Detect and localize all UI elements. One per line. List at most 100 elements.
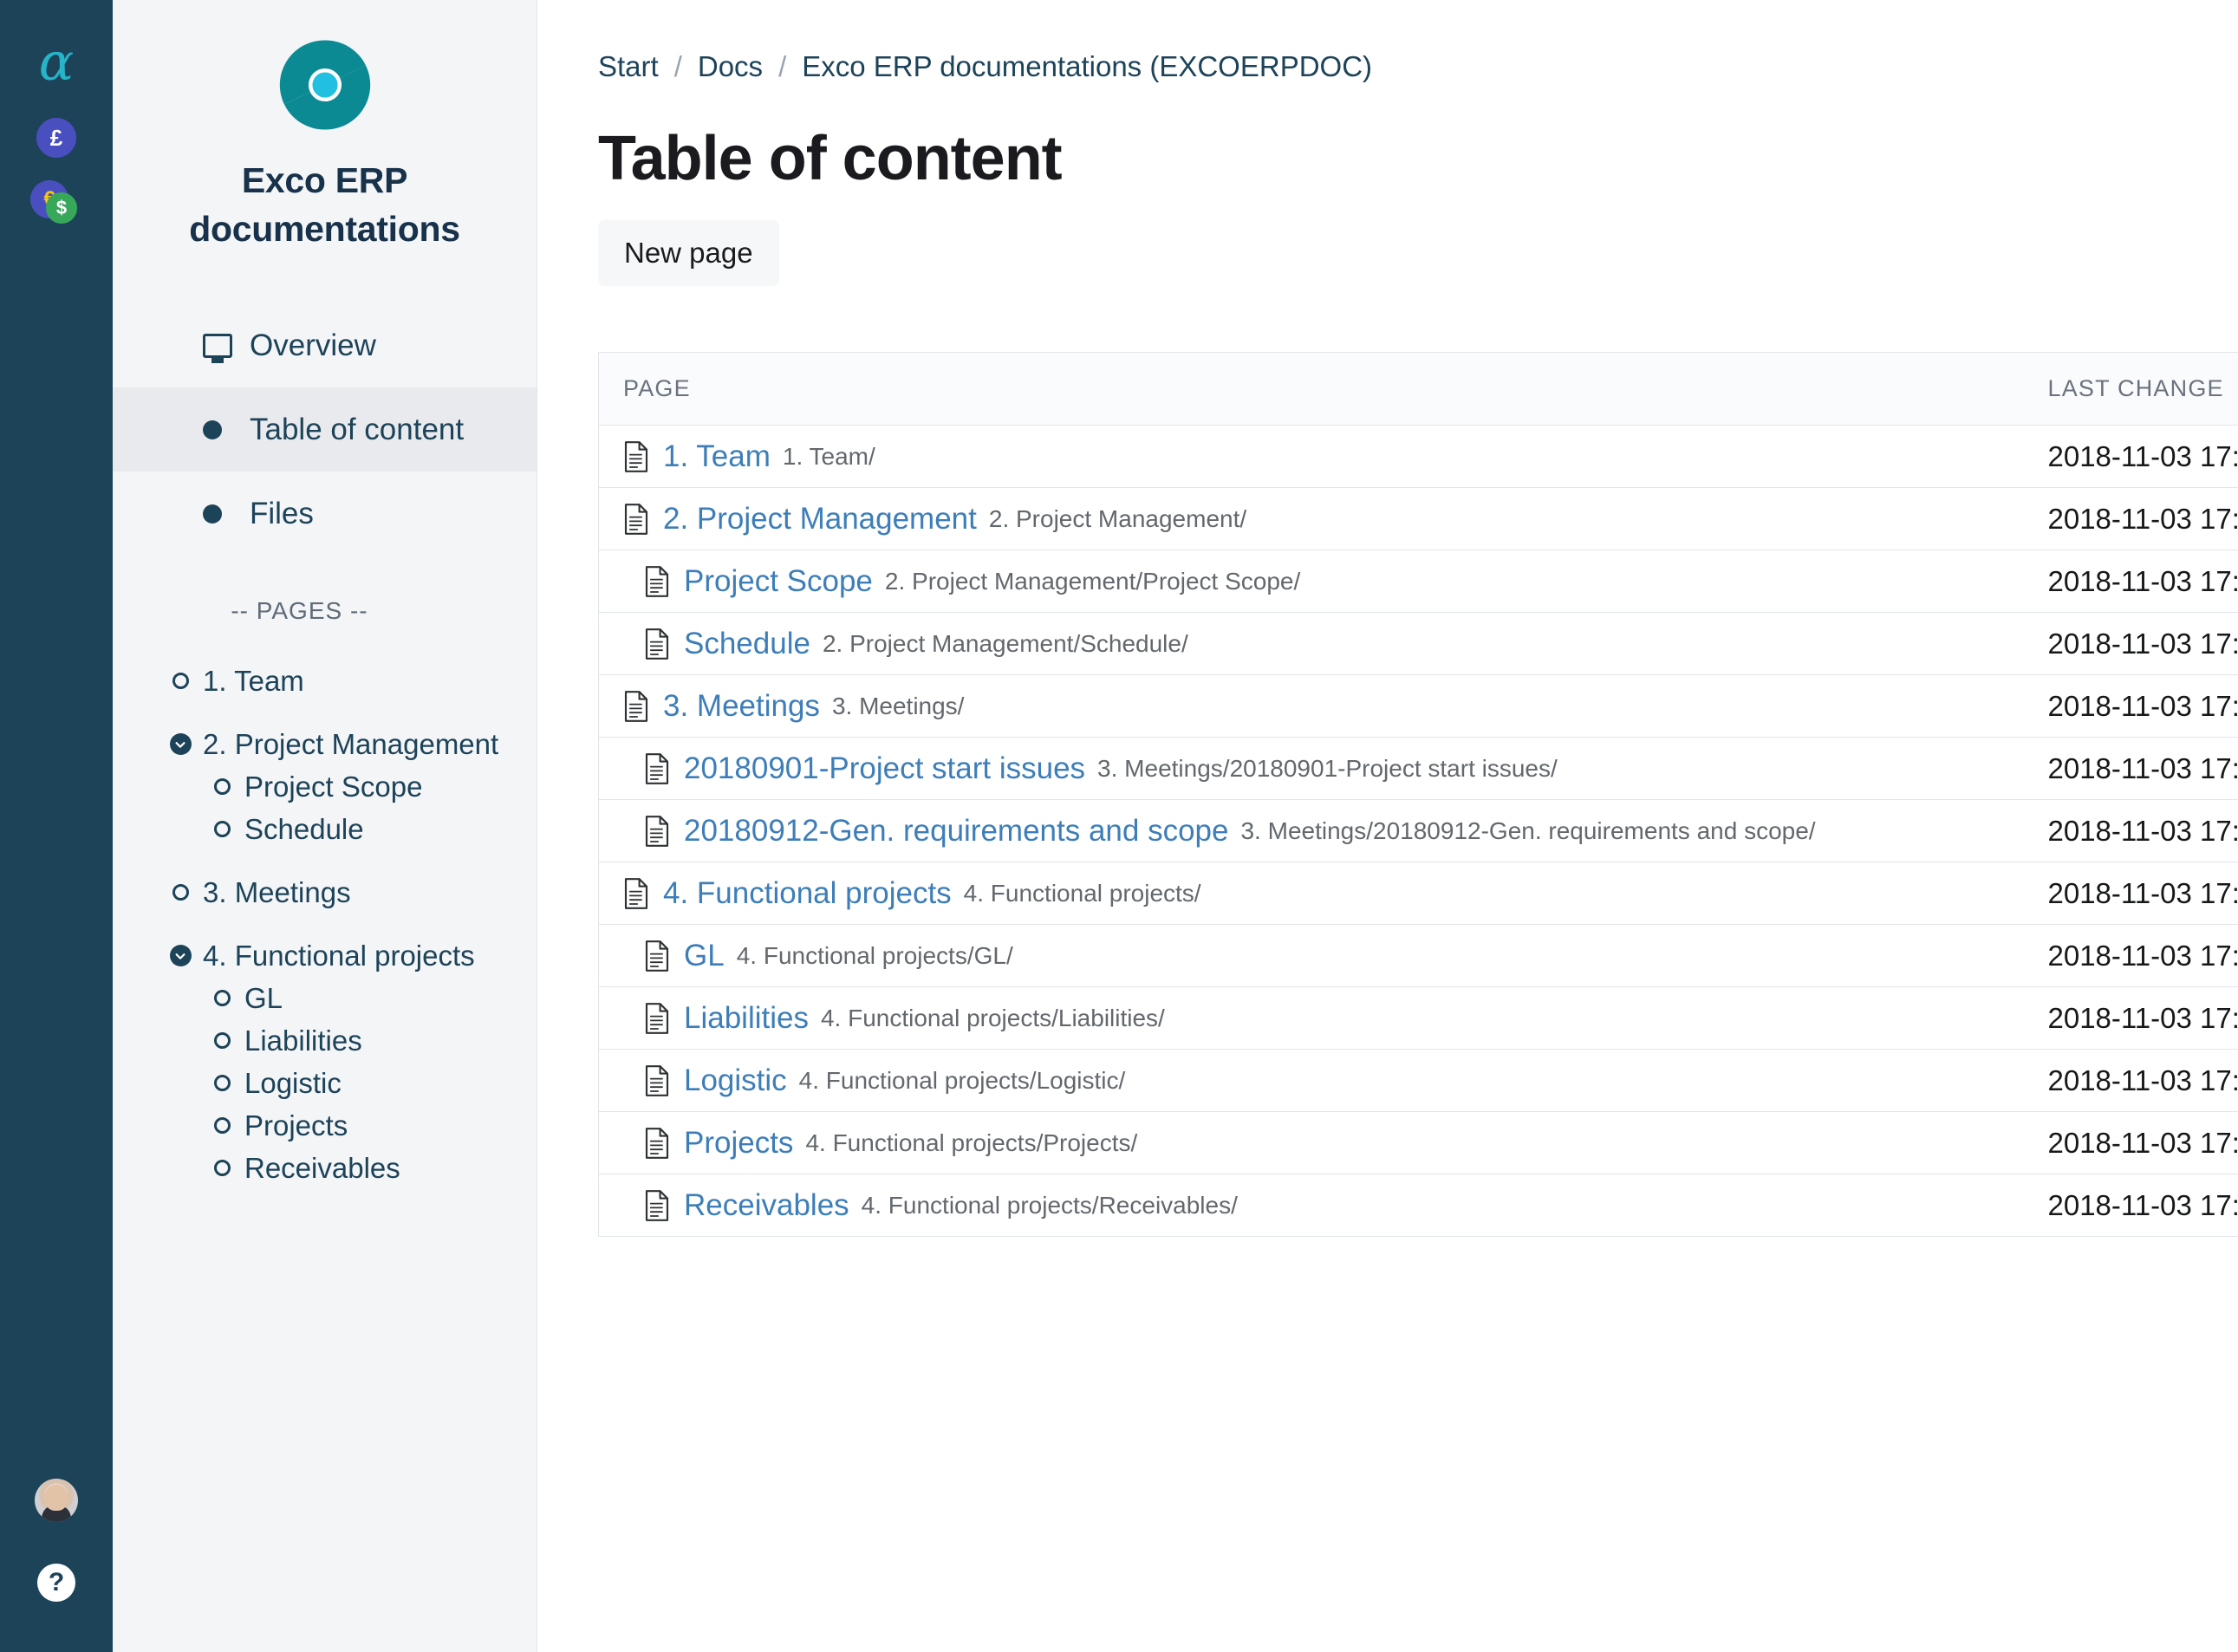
project-logo-icon xyxy=(279,40,370,130)
breadcrumb-item-project[interactable]: Exco ERP documentations (EXCOERPDOC) xyxy=(802,50,1372,83)
cell-page: 20180912-Gen. requirements and scope 3. M… xyxy=(598,799,2024,862)
tree-item-label: 1. Team xyxy=(203,664,304,697)
tree-item-gl[interactable]: GL xyxy=(113,977,537,1019)
tree-item-1-team[interactable]: 1. Team xyxy=(113,660,537,702)
page-link[interactable]: Liabilities xyxy=(684,1001,809,1036)
table-row: GL 4. Functional projects/GL/2018-11-03 1… xyxy=(598,924,2238,987)
page-cell-content: Project Scope 2. Project Management/Proje… xyxy=(623,564,2000,599)
circle-outline-icon xyxy=(158,884,203,901)
page-cell-content: Projects 4. Functional projects/Projects/ xyxy=(623,1126,2000,1161)
page-path: 4. Functional projects/GL/ xyxy=(736,941,1013,969)
sidebar-item-files[interactable]: Files xyxy=(113,472,537,556)
cell-page: 2. Project Management 2. Project Manageme… xyxy=(598,487,2024,550)
document-icon xyxy=(624,440,648,472)
circle-outline-icon xyxy=(199,1160,244,1176)
cell-page: Schedule 2. Project Management/Schedule/ xyxy=(598,612,2024,675)
usd-badge-icon[interactable]: $ xyxy=(46,192,77,224)
document-icon xyxy=(645,1127,669,1159)
page-path: 3. Meetings/ xyxy=(831,692,965,719)
tree-item-projects[interactable]: Projects xyxy=(113,1104,537,1147)
cell-page: Receivables 4. Functional projects/Receiv… xyxy=(599,1174,2024,1237)
page-cell-content: 20180901-Project start issues 3. Meetings… xyxy=(623,751,2000,786)
page-link[interactable]: Project Scope xyxy=(684,564,873,599)
table-of-content-table: PAGE LAST CHANGE 1. Team 1. Team/2018-11-… xyxy=(598,352,2238,1237)
sidebar-item-table-of-content[interactable]: Table of content xyxy=(113,387,537,472)
column-header-page: PAGE xyxy=(598,352,2024,426)
document-icon xyxy=(624,690,648,722)
breadcrumb-item-docs[interactable]: Docs xyxy=(698,50,763,83)
page-path: 2. Project Management/ xyxy=(988,504,1247,532)
dot-icon xyxy=(203,504,250,524)
table-row: Schedule 2. Project Management/Schedule/2… xyxy=(598,612,2238,675)
document-icon xyxy=(645,940,669,972)
page-link[interactable]: 2. Project Management xyxy=(663,502,977,537)
table-row: 2. Project Management 2. Project Manageme… xyxy=(598,487,2238,550)
project-sidebar: Exco ERP documentations Overview Table o… xyxy=(113,0,537,1652)
page-link[interactable]: Projects xyxy=(684,1126,793,1161)
tree-item-receivables[interactable]: Receivables xyxy=(113,1147,537,1189)
sidebar-item-overview[interactable]: Overview xyxy=(113,303,537,387)
new-page-button[interactable]: New page xyxy=(598,220,779,286)
page-link[interactable]: Logistic xyxy=(684,1063,787,1098)
help-icon[interactable]: ? xyxy=(37,1564,75,1602)
table-row: Project Scope 2. Project Management/Proje… xyxy=(598,550,2238,613)
user-avatar[interactable] xyxy=(35,1479,78,1522)
gbp-badge-icon[interactable]: £ xyxy=(36,118,76,158)
cell-last-change: 2018-11-03 17:19 xyxy=(2023,674,2238,738)
sidebar-item-label: Files xyxy=(250,496,314,530)
page-path: 4. Functional projects/ xyxy=(963,879,1201,907)
tree-item-logistic[interactable]: Logistic xyxy=(113,1062,537,1104)
page-path: 2. Project Management/Project Scope/ xyxy=(884,567,1301,595)
tree-item-label: Liabilities xyxy=(244,1024,362,1057)
page-link[interactable]: 20180912-Gen. requirements and scope xyxy=(684,814,1228,849)
page-link[interactable]: GL xyxy=(684,939,725,973)
tree-item-label: Logistic xyxy=(244,1066,342,1099)
document-icon xyxy=(645,1064,669,1096)
cell-page: 3. Meetings 3. Meetings/ xyxy=(598,674,2024,738)
page-path: 4. Functional projects/Projects/ xyxy=(805,1128,1138,1156)
page-link[interactable]: 20180901-Project start issues xyxy=(684,751,1085,786)
page-path: 3. Meetings/20180901-Project start issue… xyxy=(1097,754,1558,782)
circle-outline-icon xyxy=(199,1075,244,1091)
page-cell-content: 2. Project Management 2. Project Manageme… xyxy=(623,502,2000,537)
cell-last-change: 2018-11-03 17:38 xyxy=(2023,737,2238,800)
page-link[interactable]: Receivables xyxy=(684,1188,849,1223)
cell-page: GL 4. Functional projects/GL/ xyxy=(598,924,2024,987)
breadcrumb-item-start[interactable]: Start xyxy=(598,50,659,83)
circle-outline-icon xyxy=(199,1117,244,1134)
document-icon xyxy=(645,628,669,660)
tree-item-2-project-management[interactable]: 2. Project Management xyxy=(113,723,537,765)
tree-item-schedule[interactable]: Schedule xyxy=(113,808,537,850)
document-icon xyxy=(645,565,669,597)
tree-item-liabilities[interactable]: Liabilities xyxy=(113,1019,537,1062)
page-link[interactable]: 3. Meetings xyxy=(663,689,820,724)
page-cell-content: GL 4. Functional projects/GL/ xyxy=(623,939,2000,973)
table-header-row: PAGE LAST CHANGE xyxy=(598,352,2238,426)
cell-last-change: 2018-11-03 17:19 xyxy=(2023,862,2238,925)
table-row: Projects 4. Functional projects/Projects/… xyxy=(598,1111,2238,1174)
page-link[interactable]: Schedule xyxy=(684,627,810,661)
circle-outline-icon xyxy=(158,673,203,689)
column-header-last-change: LAST CHANGE xyxy=(2023,352,2238,426)
alpha-logo-icon[interactable]: α xyxy=(39,36,75,88)
page-path: 1. Team/ xyxy=(782,442,875,470)
tree-item-3-meetings[interactable]: 3. Meetings xyxy=(113,871,537,914)
tree-item-label: Schedule xyxy=(244,812,364,845)
monitor-icon xyxy=(203,333,250,358)
page-path: 4. Functional projects/Logistic/ xyxy=(798,1066,1126,1094)
global-rail: α £ € $ ? xyxy=(0,0,113,1652)
table-row: 20180901-Project start issues 3. Meetings… xyxy=(598,737,2238,800)
cell-last-change: 2018-11-03 17:16 xyxy=(2023,924,2238,987)
page-link[interactable]: 4. Functional projects xyxy=(663,876,952,911)
project-logo-wrap xyxy=(113,36,537,133)
rail-bottom-group: ? xyxy=(0,1479,113,1602)
page-link[interactable]: 1. Team xyxy=(663,439,771,474)
tree-item-project-scope[interactable]: Project Scope xyxy=(113,765,537,808)
page-path: 2. Project Management/Schedule/ xyxy=(822,629,1188,657)
chevron-down-icon xyxy=(158,733,203,755)
currency-badge-stack[interactable]: € $ xyxy=(30,180,82,224)
table-body: 1. Team 1. Team/2018-11-03 17:18 2. Projec… xyxy=(598,425,2238,1237)
tree-item-4-functional-projects[interactable]: 4. Functional projects xyxy=(113,934,537,977)
pages-tree: 1. Team 2. Project Management Project Scop… xyxy=(113,660,537,1189)
main-content: Start / Docs / Exco ERP documentations (… xyxy=(537,0,2238,1652)
